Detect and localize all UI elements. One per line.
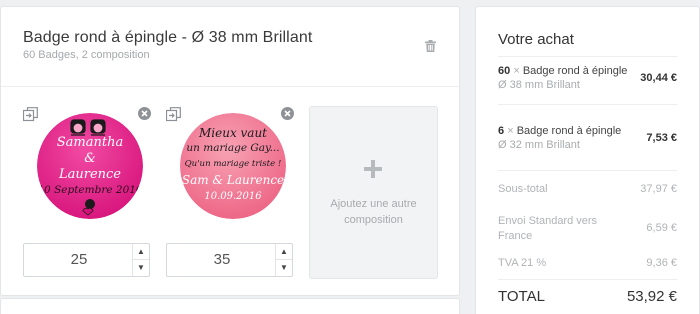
- summary-item-price: 30,44 €: [640, 72, 677, 84]
- shipping-value: 6,59 €: [646, 222, 677, 234]
- tva-value: 9,36 €: [646, 257, 677, 269]
- badge-text-line: Samantha: [57, 135, 123, 150]
- subtotal-row: Sous-total 37,97 €: [498, 183, 677, 195]
- chevron-up-icon[interactable]: ▲: [276, 244, 292, 260]
- divider: [498, 104, 677, 105]
- duplicate-icon[interactable]: [166, 107, 181, 122]
- stepper-arrows: ▲ ▼: [275, 244, 292, 276]
- badge-preview[interactable]: Mieux vaut un mariage Gay... Qu'un maria…: [180, 113, 286, 219]
- product-card: Badge rond à épingle - Ø 38 mm Brillant …: [0, 6, 460, 296]
- badge-text-line: Qu'un mariage triste !: [185, 159, 282, 169]
- card-divider: [1, 86, 459, 87]
- add-composition-label: Ajoutez une autre composition: [318, 196, 429, 228]
- subtotal-value: 37,97 €: [640, 183, 677, 195]
- add-composition-line: composition: [344, 214, 403, 226]
- add-composition-button[interactable]: Ajoutez une autre composition: [309, 106, 438, 279]
- divider: [498, 56, 677, 57]
- close-circle-icon[interactable]: [138, 107, 151, 120]
- product-title: Badge rond à épingle - Ø 38 mm Brillant: [23, 29, 313, 46]
- summary-item-price: 7,53 €: [646, 132, 677, 144]
- divider: [498, 279, 677, 280]
- badge-text-line: Sam & Laurence: [182, 173, 284, 187]
- product-subtitle: 60 Badges, 2 composition: [23, 49, 150, 61]
- badge-text-line: Laurence: [58, 167, 121, 182]
- trash-icon[interactable]: [425, 40, 436, 52]
- shipping-row: Envoi Standard vers France 6,59 €: [498, 214, 677, 244]
- badge-text-line: un mariage Gay...: [186, 142, 279, 154]
- tva-row: TVA 21 % 9,36 €: [498, 257, 677, 269]
- quantity-stepper[interactable]: 25 ▲ ▼: [23, 243, 150, 277]
- chevron-down-icon[interactable]: ▼: [133, 260, 149, 276]
- subtotal-label: Sous-total: [498, 183, 548, 195]
- total-value: 53,92 €: [626, 288, 677, 305]
- badge-preview[interactable]: Samantha & Laurence 10 Septembre 2016: [37, 113, 143, 219]
- add-composition-line: Ajoutez une autre: [330, 198, 417, 210]
- badge-text-line: 10.09.2016: [204, 191, 262, 202]
- plus-icon: [364, 160, 382, 178]
- stepper-arrows: ▲ ▼: [132, 244, 149, 276]
- summary-item-qty: 60: [498, 65, 511, 77]
- times-sign: ×: [513, 65, 520, 77]
- duplicate-icon[interactable]: [23, 107, 38, 122]
- quantity-stepper[interactable]: 35 ▲ ▼: [166, 243, 293, 277]
- chevron-down-icon[interactable]: ▼: [276, 260, 292, 276]
- total-label: TOTAL: [498, 288, 545, 305]
- badge-text-line: &: [84, 151, 96, 166]
- badge-text-line: 10 Septembre 2016: [37, 184, 143, 196]
- order-summary: Votre achat 60 × Badge rond à épingle Ø …: [475, 6, 700, 314]
- summary-item-label: Badge rond à épingle: [516, 125, 622, 137]
- next-product-card: [0, 298, 460, 314]
- divider: [498, 170, 677, 171]
- summary-item-label: Badge rond à épingle: [522, 65, 628, 77]
- tva-label: TVA 21 %: [498, 257, 547, 269]
- summary-item-qty: 6: [498, 125, 505, 137]
- close-circle-icon[interactable]: [281, 107, 294, 120]
- summary-item: 60 × Badge rond à épingle Ø 38 mm Brilla…: [498, 65, 677, 91]
- badge-text-line: Mieux vaut: [198, 126, 267, 140]
- quantity-input[interactable]: 35: [167, 244, 277, 276]
- total-row: TOTAL 53,92 €: [498, 288, 677, 305]
- times-sign: ×: [507, 125, 514, 137]
- chevron-up-icon[interactable]: ▲: [133, 244, 149, 260]
- summary-item: 6 × Badge rond à épingle Ø 32 mm Brillan…: [498, 125, 677, 151]
- summary-title: Votre achat: [498, 31, 574, 48]
- quantity-input[interactable]: 25: [24, 244, 134, 276]
